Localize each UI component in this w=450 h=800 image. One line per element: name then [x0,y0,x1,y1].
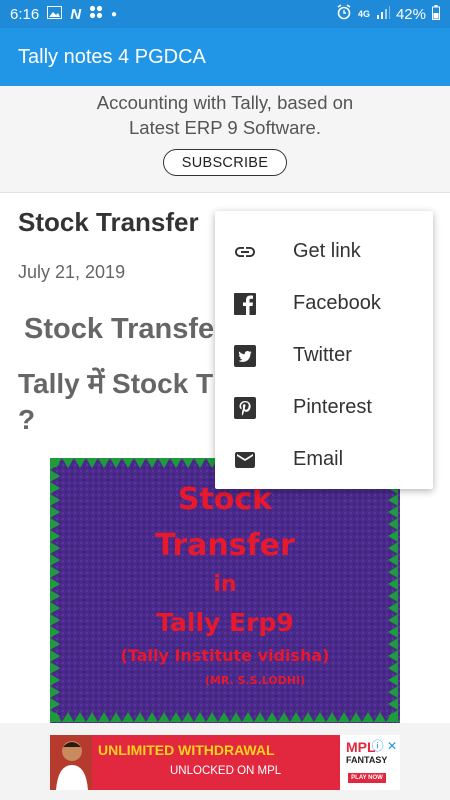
subscribe-button[interactable]: SUBSCRIBE [163,149,287,176]
gallery-icon [47,5,63,23]
ad-subline: UNLOCKED ON MPL [170,765,282,777]
blog-description: Accounting with Tally, based on Latest E… [0,90,450,140]
battery-percent: 42% [395,5,426,23]
alarm-icon [336,4,352,24]
share-menu-item-get-link[interactable]: Get link [215,228,433,280]
n-app-icon: N [70,5,82,23]
post-heading-2-line-2: ? [18,404,36,435]
ad-banner[interactable]: UNLIMITED WITHDRAWAL UNLOCKED ON MPL MPL… [0,723,450,800]
image-text-in: in [213,572,237,597]
status-bar: 6:16 N ● 4G 42% [0,0,450,28]
share-menu-label: Email [293,448,344,470]
share-menu-label: Facebook [293,292,381,314]
ad-creative[interactable]: UNLIMITED WITHDRAWAL UNLOCKED ON MPL MPL… [50,735,400,790]
share-menu-item-facebook[interactable]: Facebook [215,280,433,332]
post-heading-2-line-1: Tally में Stock T [18,368,214,399]
blog-description-line-1: Accounting with Tally, based on [96,92,354,113]
ad-cta[interactable]: PLAY NOW [348,773,386,783]
image-text-institute: (Tally Institute vidisha) [120,646,330,665]
post-image[interactable]: Stock Transfer in Tally Erp9 (Tally Inst… [50,458,400,723]
share-menu-item-email[interactable]: Email [215,436,433,488]
ad-person-image [50,735,92,790]
share-menu-label: Pinterest [293,396,372,418]
pinterest-icon [233,396,257,420]
apps-icon [89,5,103,23]
link-icon [233,240,257,264]
image-text-author: (MR. S.S.LODHI) [204,674,306,687]
battery-icon [432,4,440,24]
post-heading-2: Tally में Stock T ? [18,366,213,438]
blog-description-banner: Accounting with Tally, based on Latest E… [0,86,450,193]
share-menu-item-twitter[interactable]: Twitter [215,332,433,384]
email-icon [233,448,257,472]
dot-icon: ● [111,8,118,20]
ad-brand-logo: MPL FANTASY PLAY NOW ⓘ ✕ [340,735,400,790]
ad-close-icon[interactable]: ⓘ ✕ [372,737,397,754]
share-menu: Get link Facebook Twitter Pinterest Emai… [215,211,433,489]
post-title[interactable]: Stock Transfer [18,207,199,238]
post-heading-1: Stock Transfe [24,313,215,345]
signal-icon [376,5,390,23]
network-4g-icon: 4G [357,9,370,19]
ad-headline: UNLIMITED WITHDRAWAL [98,742,275,758]
ad-brand-bottom: FANTASY [346,755,388,765]
twitter-icon [233,344,257,368]
image-text-tally-erp9: Tally Erp9 [156,608,294,637]
facebook-icon [233,292,257,316]
blog-description-line-2: Latest ERP 9 Software. [129,117,321,138]
app-bar: Tally notes 4 PGDCA [0,28,450,86]
status-time: 6:16 [10,5,40,23]
share-menu-label: Twitter [293,344,352,366]
image-text-transfer: Transfer [155,528,295,563]
share-menu-item-pinterest[interactable]: Pinterest [215,384,433,436]
share-menu-label: Get link [293,240,361,262]
app-title[interactable]: Tally notes 4 PGDCA [0,46,206,69]
post-date: July 21, 2019 [18,262,126,282]
